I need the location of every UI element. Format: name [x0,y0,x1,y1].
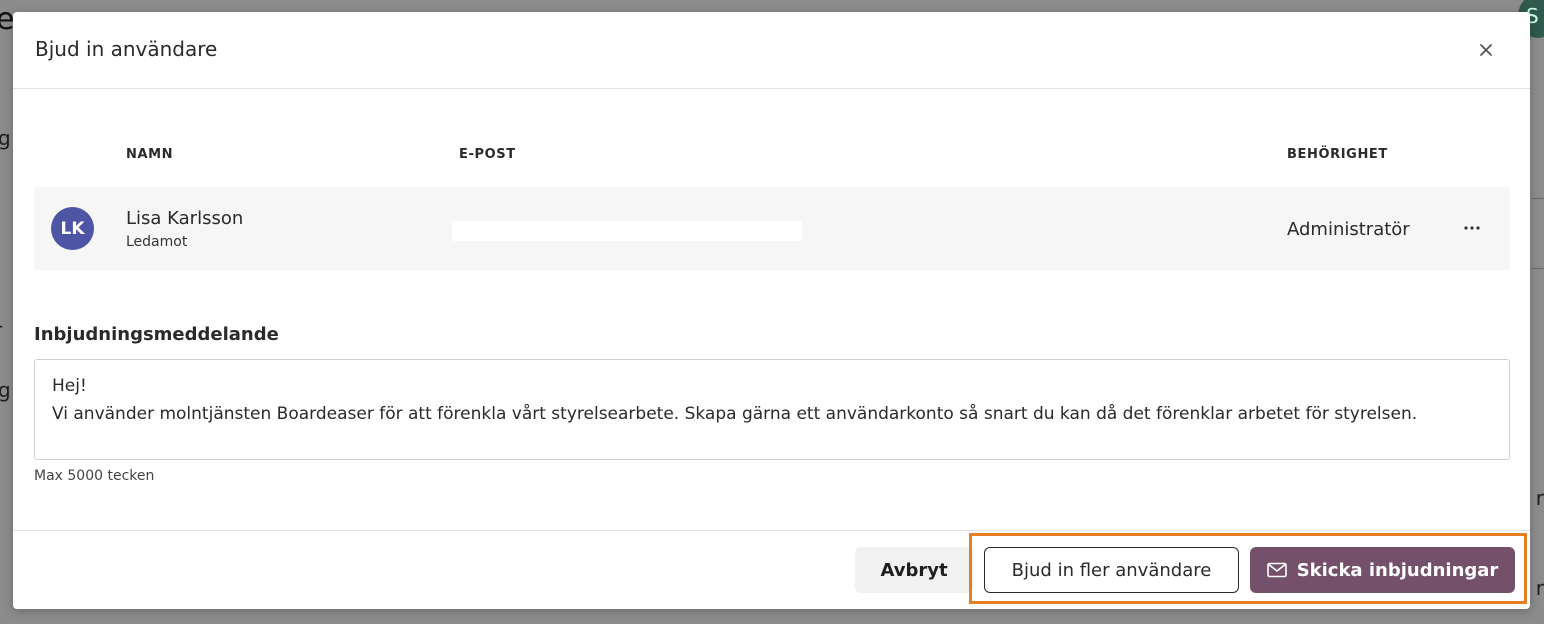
send-invitations-label: Skicka inbjudningar [1296,559,1499,581]
email-value [452,221,802,241]
avatar: LK [51,207,94,250]
send-invitations-button[interactable]: Skicka inbjudningar [1250,547,1515,593]
background-text-fragment: r [0,318,2,342]
avatar-initials: LK [60,218,85,239]
envelope-icon [1266,562,1287,578]
column-header-permission: BEHÖRIGHET [1287,147,1388,162]
modal-title: Bjud in användare [35,37,218,61]
user-name: Lisa Karlsson [126,208,244,229]
table-row: LK Lisa Karlsson Ledamot Administratör [34,187,1510,270]
close-button[interactable] [1472,36,1500,64]
user-role: Ledamot [126,234,188,250]
background-text-fragment: r [1535,486,1544,510]
message-length-hint: Max 5000 tecken [34,468,155,484]
background-text-fragment: g [0,378,11,402]
invitation-message-textarea[interactable]: Hej! Vi använder molntjänsten Boardeaser… [34,359,1510,460]
background-divider [1532,268,1544,269]
modal-footer: Avbryt Bjud in fler användare Skicka inb… [13,530,1530,609]
background-text-fragment: g [0,126,11,150]
background-text-fragment: r [1535,576,1544,600]
invite-users-modal: Bjud in användare NAMN E-POST BEHÖRIGHET… [13,12,1530,609]
close-icon [1480,44,1492,56]
invite-more-users-button[interactable]: Bjud in fler användare [984,547,1239,593]
cancel-button[interactable]: Avbryt [855,547,973,593]
row-more-button[interactable] [1454,213,1490,243]
more-horizontal-icon [1464,226,1480,230]
column-header-email: E-POST [459,147,516,162]
modal-header: Bjud in användare [13,12,1530,89]
permission-value[interactable]: Administratör [1287,219,1410,240]
message-label: Inbjudningsmeddelande [34,324,279,345]
background-divider [1532,198,1544,199]
column-header-name: NAMN [126,147,174,162]
